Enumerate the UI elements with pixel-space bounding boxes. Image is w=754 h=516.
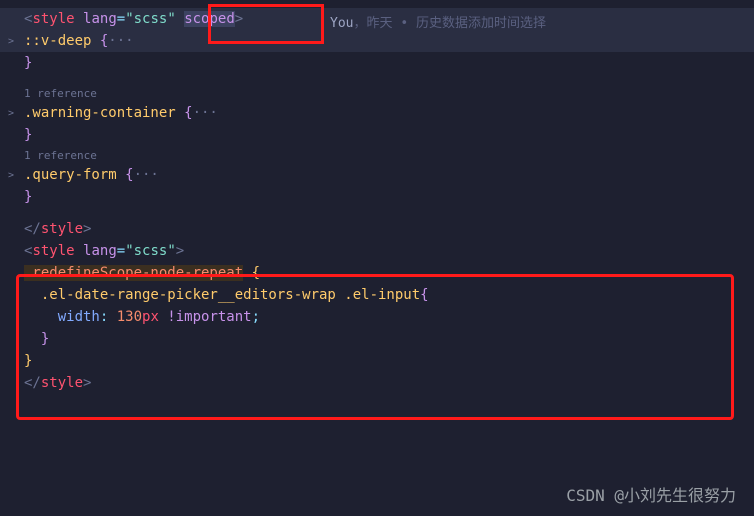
code-content: ::v-deep {··· bbox=[18, 33, 134, 49]
code-content: .el-date-range-picker__editors-wrap .el-… bbox=[18, 287, 429, 303]
fold-chevron-icon[interactable]: > bbox=[4, 36, 18, 47]
code-content: .redefineScope-node-repeat { bbox=[18, 265, 260, 281]
codelens-refs[interactable]: 1 reference bbox=[0, 146, 754, 164]
code-line[interactable]: } bbox=[0, 186, 754, 208]
fold-chevron-icon[interactable]: > bbox=[4, 108, 18, 119]
code-content: } bbox=[18, 331, 49, 347]
fold-chevron-icon[interactable]: > bbox=[4, 170, 18, 181]
code-line[interactable]: } bbox=[0, 52, 754, 74]
code-content: } bbox=[18, 189, 32, 205]
code-content: width: 130px !important; bbox=[18, 309, 260, 325]
code-line[interactable]: > .warning-container {··· bbox=[0, 102, 754, 124]
code-content: <style lang="scss" scoped> bbox=[18, 11, 243, 27]
code-content: } bbox=[18, 55, 32, 71]
code-line[interactable]: .el-date-range-picker__editors-wrap .el-… bbox=[0, 284, 754, 306]
code-line[interactable]: } bbox=[0, 328, 754, 350]
code-content: .warning-container {··· bbox=[18, 105, 218, 121]
code-line[interactable]: > .query-form {··· bbox=[0, 164, 754, 186]
code-line[interactable]: </style> bbox=[0, 218, 754, 240]
code-line[interactable]: } bbox=[0, 124, 754, 146]
code-line[interactable]: } bbox=[0, 350, 754, 372]
code-line[interactable]: width: 130px !important; bbox=[0, 306, 754, 328]
code-content: </style> bbox=[18, 221, 91, 237]
code-content: } bbox=[18, 353, 32, 369]
git-blame-annotation: You，昨天 • 历史数据添加时间选择 bbox=[330, 12, 546, 31]
code-content: } bbox=[18, 127, 32, 143]
blank-line bbox=[0, 208, 754, 218]
codelens-refs[interactable]: 1 reference bbox=[0, 84, 754, 102]
code-line[interactable]: </style> bbox=[0, 372, 754, 394]
code-editor[interactable]: <style lang="scss" scoped> > ::v-deep {·… bbox=[0, 0, 754, 402]
code-content: </style> bbox=[18, 375, 91, 391]
code-line[interactable]: <style lang="scss"> bbox=[0, 240, 754, 262]
blank-line bbox=[0, 74, 754, 84]
code-line[interactable]: > ::v-deep {··· bbox=[0, 30, 754, 52]
watermark-text: CSDN @小刘先生很努力 bbox=[566, 482, 736, 506]
code-line[interactable]: .redefineScope-node-repeat { bbox=[0, 262, 754, 284]
code-content: <style lang="scss"> bbox=[18, 243, 184, 259]
code-content: .query-form {··· bbox=[18, 167, 159, 183]
